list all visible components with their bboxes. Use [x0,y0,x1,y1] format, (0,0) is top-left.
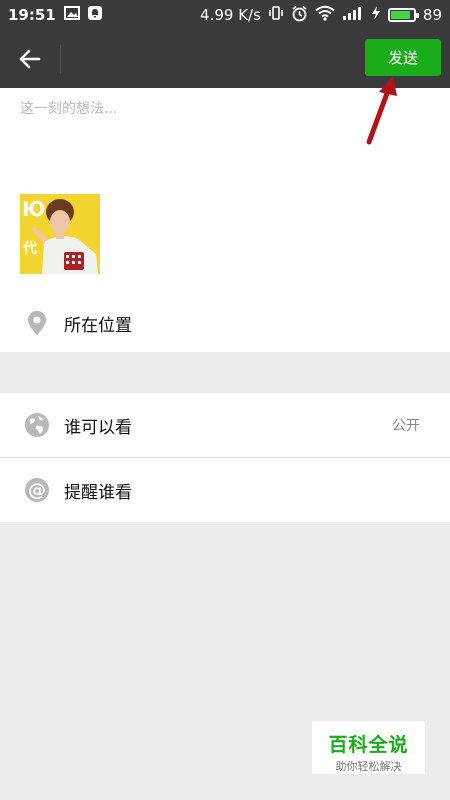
attached-photo-thumbnail[interactable]: ЮЛ 代 [20,194,100,274]
location-label: 所在位置 [64,315,132,336]
thumbnail-text: 代 [22,240,37,257]
watermark-subtitle: 助你轻松解决 [335,760,402,773]
annotation-arrow [366,76,397,145]
image-icon [63,6,80,24]
location-pin-icon [24,310,50,336]
status-bar: 19:51 4.99 K/s 89 [0,0,450,30]
back-arrow-icon[interactable] [12,42,46,76]
vibrate-icon [268,5,284,25]
network-speed: 4.99 K/s [200,6,261,24]
at-icon: @ [24,477,50,503]
alarm-icon [291,5,308,26]
visibility-value: 公开 [392,418,420,434]
header-divider [60,45,61,73]
status-time: 19:51 [8,6,56,24]
watermark-logo: 百科全说 助你轻松解决 [312,721,425,774]
globe-icon [24,412,50,438]
remind-row[interactable]: @ 提醒谁看 [0,458,450,522]
watermark-title: 百科全说 [328,734,409,756]
notification-icon [87,5,103,25]
battery-percent: 89 [422,6,442,24]
post-text-input[interactable]: 这一刻的想法... [20,98,117,118]
battery-icon [387,8,419,22]
signal-icon [342,6,364,24]
charging-icon [371,5,381,25]
visibility-label: 谁可以看 [64,417,132,438]
visibility-row[interactable]: 谁可以看 公开 [0,393,450,457]
wifi-icon [315,5,335,25]
location-row[interactable]: 所在位置 [0,294,450,352]
remind-label: 提醒谁看 [64,482,132,503]
svg-text:@: @ [28,480,46,501]
